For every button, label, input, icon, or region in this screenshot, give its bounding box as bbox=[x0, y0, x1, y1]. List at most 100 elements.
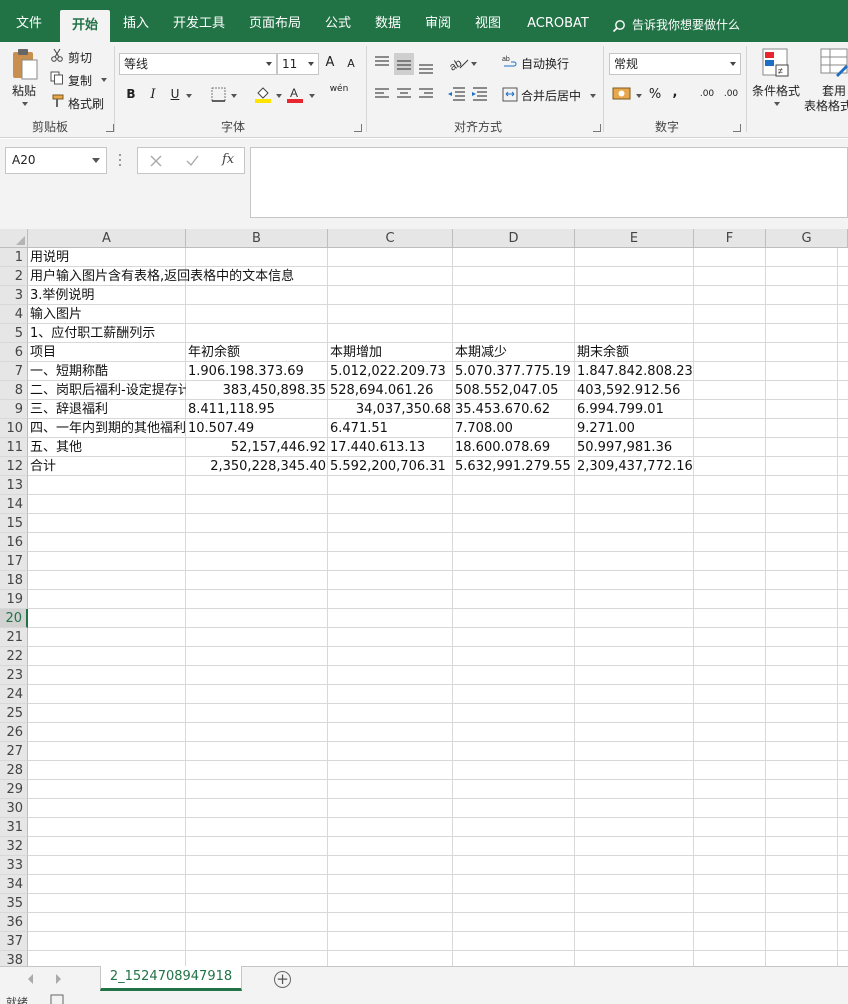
sheet-tab-active[interactable]: 2_1524708947918 bbox=[100, 966, 242, 991]
fill-color-dropdown-icon[interactable] bbox=[276, 94, 282, 98]
tab-acrobat[interactable]: ACROBAT bbox=[518, 8, 598, 42]
tab-home[interactable]: 开始 bbox=[60, 10, 110, 42]
row-header-12[interactable]: 12 bbox=[0, 457, 28, 476]
cell-c6[interactable]: 本期增加 bbox=[328, 343, 453, 362]
column-header-f[interactable]: F bbox=[694, 229, 766, 248]
row-header-35[interactable]: 35 bbox=[0, 894, 28, 913]
grow-font-button[interactable]: A bbox=[323, 55, 337, 70]
wrap-text-button[interactable]: 自动换行 bbox=[521, 55, 569, 72]
cell-c8[interactable]: 528,694.061.26 bbox=[328, 381, 453, 400]
number-launcher-icon[interactable] bbox=[733, 124, 741, 132]
conditional-dropdown-icon[interactable] bbox=[774, 102, 780, 106]
cell-e7[interactable]: 1.847.842.808.23 bbox=[575, 362, 694, 381]
row-header-4[interactable]: 4 bbox=[0, 305, 28, 324]
conditional-formatting-button[interactable]: 条件格式 bbox=[752, 82, 800, 99]
row-header-17[interactable]: 17 bbox=[0, 552, 28, 571]
cell-c10[interactable]: 6.471.51 bbox=[328, 419, 453, 438]
row-header-15[interactable]: 15 bbox=[0, 514, 28, 533]
row-header-27[interactable]: 27 bbox=[0, 742, 28, 761]
tab-review[interactable]: 审阅 bbox=[416, 8, 460, 42]
underline-dropdown-icon[interactable] bbox=[186, 94, 192, 98]
macro-record-icon[interactable] bbox=[50, 994, 64, 1004]
vertical-align-icons[interactable] bbox=[372, 53, 436, 75]
cell-a1[interactable]: 用说明 bbox=[28, 248, 186, 267]
cancel-icon[interactable] bbox=[150, 155, 162, 167]
font-color-dropdown-icon[interactable] bbox=[309, 94, 315, 98]
cell-c12[interactable]: 5.592,200,706.31 bbox=[328, 457, 453, 476]
cell-d11[interactable]: 18.600.078.69 bbox=[453, 438, 575, 457]
font-size-combo[interactable]: 11 bbox=[277, 53, 319, 75]
add-sheet-icon[interactable]: + bbox=[274, 971, 291, 988]
cell-e12[interactable]: 2,309,437,772.16 bbox=[575, 457, 694, 476]
paste-dropdown-icon[interactable] bbox=[22, 102, 28, 106]
cell-a11[interactable]: 五、其他 bbox=[28, 438, 186, 457]
phonetic-button[interactable]: wén bbox=[328, 84, 350, 94]
wrap-text-icon[interactable]: ab bbox=[502, 54, 518, 70]
cell-e6[interactable]: 期末余额 bbox=[575, 343, 694, 362]
row-header-9[interactable]: 9 bbox=[0, 400, 28, 419]
cell-a4[interactable]: 输入图片 bbox=[28, 305, 186, 324]
row-header-19[interactable]: 19 bbox=[0, 590, 28, 609]
row-header-36[interactable]: 36 bbox=[0, 913, 28, 932]
row-header-23[interactable]: 23 bbox=[0, 666, 28, 685]
merge-dropdown-icon[interactable] bbox=[590, 94, 596, 98]
row-header-8[interactable]: 8 bbox=[0, 381, 28, 400]
format-as-table-icon[interactable] bbox=[820, 48, 848, 78]
column-header-c[interactable]: C bbox=[328, 229, 453, 248]
cell-b12[interactable]: 2,350,228,345.40 bbox=[186, 457, 328, 476]
row-header-26[interactable]: 26 bbox=[0, 723, 28, 742]
merge-center-icon[interactable] bbox=[502, 87, 518, 102]
row-header-37[interactable]: 37 bbox=[0, 932, 28, 951]
row-header-33[interactable]: 33 bbox=[0, 856, 28, 875]
italic-button[interactable]: I bbox=[146, 87, 160, 102]
cell-b6[interactable]: 年初余额 bbox=[186, 343, 328, 362]
cell-b7[interactable]: 1.906.198.373.69 bbox=[186, 362, 328, 381]
formula-bar-grip[interactable] bbox=[119, 153, 122, 167]
row-header-10[interactable]: 10 bbox=[0, 419, 28, 438]
format-painter-button[interactable]: 格式刷 bbox=[68, 95, 104, 112]
column-header-e[interactable]: E bbox=[575, 229, 694, 248]
alignment-launcher-icon[interactable] bbox=[593, 124, 601, 132]
copy-dropdown-icon[interactable] bbox=[101, 78, 107, 82]
orientation-dropdown-icon[interactable] bbox=[471, 62, 477, 66]
horizontal-align-icons[interactable] bbox=[372, 87, 436, 101]
conditional-formatting-icon[interactable]: ≠ bbox=[762, 48, 790, 78]
cell-d6[interactable]: 本期减少 bbox=[453, 343, 575, 362]
indent-icons[interactable] bbox=[447, 86, 491, 102]
enter-check-icon[interactable] bbox=[186, 155, 199, 167]
cell-a2[interactable]: 用户输入图片含有表格,返回表格中的文本信息 bbox=[28, 267, 294, 286]
scissors-icon[interactable] bbox=[50, 48, 64, 62]
border-icon[interactable] bbox=[211, 87, 226, 102]
cut-button[interactable]: 剪切 bbox=[68, 49, 92, 66]
cell-d8[interactable]: 508.552,047.05 bbox=[453, 381, 575, 400]
cell-a7[interactable]: 一、短期称酷 bbox=[28, 362, 186, 381]
comma-button[interactable]: , bbox=[670, 85, 680, 100]
row-header-20[interactable]: 20 bbox=[0, 609, 28, 628]
cell-e9[interactable]: 6.994.799.01 bbox=[575, 400, 694, 419]
cell-a10[interactable]: 四、一年内到期的其他福利 bbox=[28, 419, 186, 438]
row-header-28[interactable]: 28 bbox=[0, 761, 28, 780]
cell-e10[interactable]: 9.271.00 bbox=[575, 419, 694, 438]
cell-e11[interactable]: 50.997,981.36 bbox=[575, 438, 694, 457]
copy-icon[interactable] bbox=[50, 71, 64, 85]
row-header-31[interactable]: 31 bbox=[0, 818, 28, 837]
column-header-d[interactable]: D bbox=[453, 229, 575, 248]
bold-button[interactable]: B bbox=[124, 87, 138, 101]
percent-button[interactable]: % bbox=[647, 87, 663, 102]
cell-b9[interactable]: 8.411,118.95 bbox=[186, 400, 328, 419]
cell-e8[interactable]: 403,592.912.56 bbox=[575, 381, 694, 400]
insert-function-button[interactable]: fx bbox=[222, 152, 234, 167]
format-painter-icon[interactable] bbox=[50, 94, 64, 108]
formula-input[interactable] bbox=[250, 147, 848, 218]
cell-a8[interactable]: 二、岗职后福利-设定提存计划 bbox=[28, 381, 186, 400]
row-header-38[interactable]: 38 bbox=[0, 951, 28, 966]
cell-d7[interactable]: 5.070.377.775.19 bbox=[453, 362, 575, 381]
row-header-2[interactable]: 2 bbox=[0, 267, 28, 286]
row-header-32[interactable]: 32 bbox=[0, 837, 28, 856]
paste-icon[interactable] bbox=[10, 48, 40, 82]
currency-dropdown-icon[interactable] bbox=[636, 94, 642, 98]
row-header-5[interactable]: 5 bbox=[0, 324, 28, 343]
row-header-22[interactable]: 22 bbox=[0, 647, 28, 666]
paste-button[interactable]: 粘贴 bbox=[12, 82, 36, 99]
cell-b11[interactable]: 52,157,446.92 bbox=[186, 438, 328, 457]
